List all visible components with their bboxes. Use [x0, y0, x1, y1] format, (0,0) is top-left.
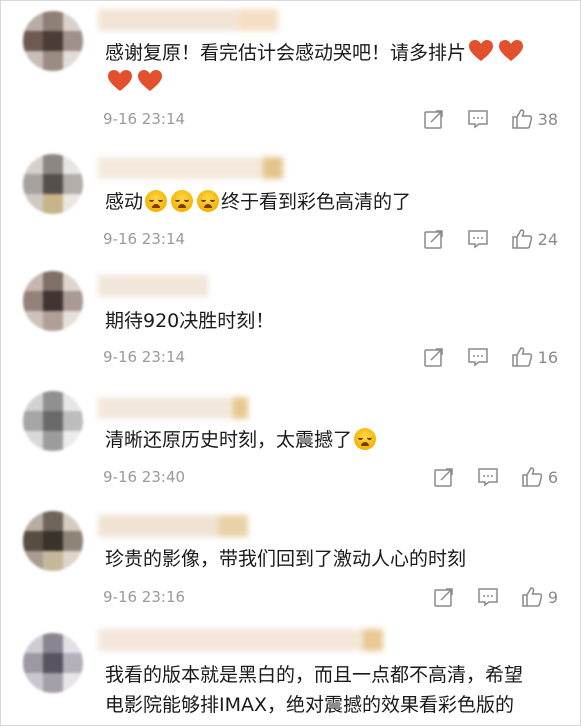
thumbs-up-icon — [511, 229, 532, 249]
comment-text: 期待920决胜时刻！ — [105, 310, 275, 332]
comment-text: 我看的版本就是黑白的，而且一点都不高清，希望 电影院能够排IMAX，绝对震撼的效… — [105, 664, 524, 716]
like-button[interactable]: 9 — [521, 586, 558, 608]
share-icon — [423, 110, 443, 129]
reply-button[interactable] — [477, 466, 499, 488]
avatar[interactable] — [23, 154, 83, 214]
comment-timestamp: 9-16 23:14 — [103, 348, 186, 366]
comment-icon — [478, 588, 498, 607]
reply-button[interactable] — [467, 346, 489, 368]
crying-face-emoji — [197, 190, 220, 212]
share-button[interactable] — [433, 466, 455, 488]
share-icon — [423, 230, 443, 249]
username-blurred[interactable] — [98, 629, 383, 651]
comment-text: 珍贵的影像，带我们回到了激动人心的时刻 — [105, 548, 467, 570]
username-blurred[interactable] — [98, 157, 283, 179]
avatar[interactable] — [23, 271, 83, 331]
share-button[interactable] — [433, 586, 455, 608]
like-count: 16 — [537, 347, 558, 367]
comment-list: 感谢复原！看完估计会感动哭吧！请多排片 9-16 23:14 38 感动 终于看… — [0, 0, 581, 726]
share-icon — [434, 468, 453, 487]
heart-emoji — [138, 70, 162, 91]
comment-timestamp: 9-16 23:14 — [103, 230, 186, 248]
crying-face-emoji — [171, 190, 194, 212]
comment-timestamp: 9-16 23:16 — [103, 588, 186, 606]
avatar[interactable] — [23, 633, 83, 693]
comment-actions: 16 — [401, 346, 558, 368]
like-button[interactable]: 16 — [511, 346, 558, 368]
share-icon — [423, 348, 443, 367]
username-blurred[interactable] — [98, 515, 248, 537]
comment-timestamp: 9-16 23:40 — [103, 468, 186, 486]
avatar[interactable] — [23, 511, 83, 571]
like-count: 38 — [537, 109, 558, 129]
like-count: 6 — [547, 467, 558, 487]
crying-face-emoji — [354, 428, 377, 450]
reply-button[interactable] — [467, 108, 489, 130]
username-blurred[interactable] — [98, 275, 208, 297]
like-button[interactable]: 6 — [521, 466, 558, 488]
like-count: 9 — [547, 587, 558, 607]
comment-icon — [467, 230, 488, 249]
comment-text: 清晰还原历史时刻，太震撼了 — [105, 425, 378, 455]
thumbs-up-icon — [511, 109, 532, 129]
reply-button[interactable] — [477, 586, 499, 608]
share-button[interactable] — [423, 346, 445, 368]
thumbs-up-icon — [522, 467, 543, 487]
comment-text: 感谢复原！看完估计会感动哭吧！请多排片 — [105, 38, 526, 98]
like-button[interactable]: 24 — [511, 228, 558, 250]
comment-actions: 24 — [401, 228, 558, 250]
comment-timestamp: 9-16 23:14 — [103, 110, 186, 128]
thumbs-up-icon — [511, 347, 532, 367]
comment-actions: 38 — [401, 108, 558, 130]
comment-icon — [467, 348, 488, 367]
comment-actions: 6 — [411, 466, 558, 488]
username-blurred[interactable] — [98, 397, 248, 419]
like-button[interactable]: 38 — [511, 108, 558, 130]
heart-emoji — [108, 70, 132, 91]
avatar[interactable] — [23, 11, 83, 71]
username-blurred[interactable] — [98, 9, 278, 31]
heart-emoji — [469, 40, 494, 61]
thumbs-up-icon — [522, 587, 543, 607]
comment-text: 感动 终于看到彩色高清的了 — [105, 190, 412, 213]
comment-icon — [467, 110, 488, 129]
reply-button[interactable] — [467, 228, 489, 250]
share-button[interactable] — [423, 228, 445, 250]
share-icon — [434, 588, 453, 607]
comment-icon — [478, 468, 498, 487]
like-count: 24 — [537, 229, 558, 249]
avatar[interactable] — [23, 391, 83, 451]
share-button[interactable] — [423, 108, 445, 130]
heart-emoji — [499, 40, 524, 61]
crying-face-emoji — [145, 190, 168, 212]
comment-actions: 9 — [411, 586, 558, 608]
